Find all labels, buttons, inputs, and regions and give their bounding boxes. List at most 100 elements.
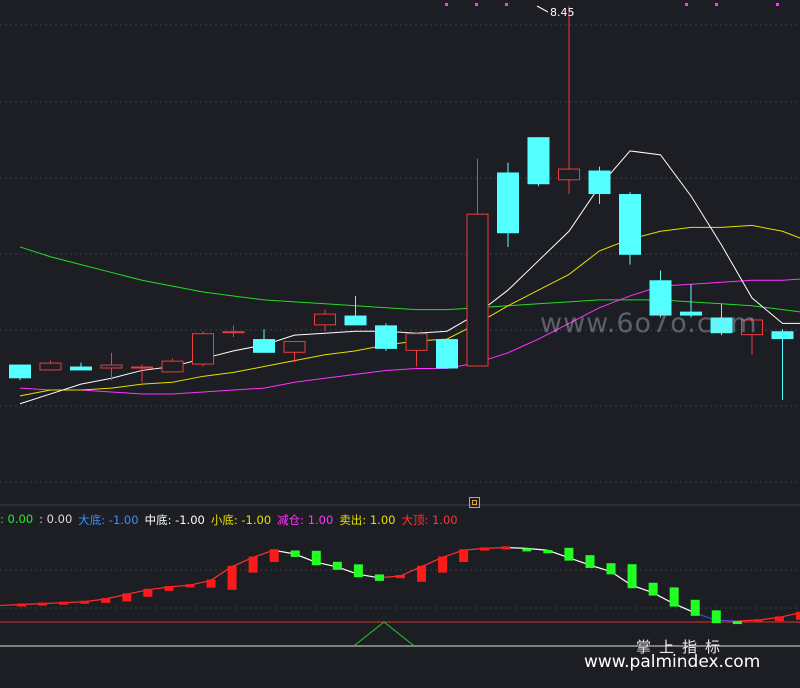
candle-body	[405, 333, 428, 351]
candle-body	[9, 364, 31, 379]
signal-triangle	[354, 621, 414, 646]
top-markers	[445, 3, 779, 6]
candle-body	[466, 213, 489, 367]
indicator-bar	[59, 601, 69, 605]
indicator-bar	[459, 549, 469, 563]
panel-restore-button[interactable]	[469, 497, 480, 508]
indicator-bar	[122, 593, 132, 602]
indicator-bar	[206, 579, 216, 588]
indicator-bar	[353, 564, 363, 578]
legend-item-maichu: 卖出: 1.00	[339, 513, 396, 527]
candlesticks	[9, 5, 794, 400]
candle	[771, 329, 794, 400]
indicator-bar	[438, 556, 448, 573]
indicator-bar	[564, 547, 574, 561]
indicator-bar	[627, 564, 637, 589]
watermark-6o7o: www.6o7o.com	[540, 308, 758, 339]
indicator-bar	[290, 550, 300, 557]
indicator-bar	[311, 550, 321, 566]
candle	[314, 309, 336, 332]
candle	[466, 158, 489, 367]
legend-item-xiaodi: 小底: -1.00	[210, 513, 272, 527]
indicator-panel	[0, 546, 800, 647]
indicator-legend: : 0.00 : 0.00 大底: -1.00 中底: -1.00 小底: -1…	[0, 512, 458, 528]
indicator-bar	[669, 587, 679, 607]
candle	[70, 362, 92, 371]
indicator-bar	[417, 565, 427, 582]
indicator-bar	[732, 621, 742, 625]
indicator-bar	[101, 598, 111, 603]
top-marker	[445, 3, 448, 6]
candle-body	[436, 339, 458, 369]
top-marker	[505, 3, 508, 6]
candle	[192, 331, 214, 367]
indicator-bar	[374, 574, 384, 581]
candle-body	[131, 366, 153, 369]
indicator-bar	[80, 600, 90, 604]
candle-body	[344, 315, 367, 326]
candle	[558, 5, 580, 195]
candle-body	[588, 170, 611, 195]
legend-item-1: : 0.00	[39, 512, 73, 526]
candle	[619, 192, 641, 265]
candle-body	[771, 331, 794, 340]
candle-body	[222, 331, 245, 334]
candle-body	[619, 194, 641, 255]
legend-item-dadi: 大底: -1.00	[78, 513, 139, 527]
candle	[405, 333, 428, 367]
candle	[527, 137, 550, 187]
indicator-bar	[164, 586, 174, 591]
watermark-palmindex: www.palmindex.com	[584, 652, 761, 672]
moving-average-lines	[19, 150, 800, 405]
legend-item-0: : 0.00	[0, 512, 34, 526]
legend-item-jiancang: 减仓: 1.00	[277, 513, 334, 527]
indicator-bar	[17, 603, 27, 607]
candle	[497, 162, 519, 247]
indicator-bar	[332, 561, 342, 570]
indicator-bar	[480, 547, 490, 551]
indicator-bar	[248, 556, 258, 573]
candle	[375, 323, 397, 351]
indicator-bar	[690, 599, 700, 616]
legend-item-dading: 大顶: 1.00	[401, 513, 458, 527]
candle-body	[70, 366, 92, 371]
top-marker	[475, 3, 478, 6]
candle-body	[497, 172, 519, 234]
indicator-bar	[501, 546, 511, 550]
indicator-bar	[522, 548, 532, 552]
candle	[344, 295, 367, 326]
ma60-line	[19, 246, 800, 313]
candle-body	[375, 325, 397, 349]
candle	[131, 364, 153, 383]
top-marker	[776, 3, 779, 6]
indicator-bar	[606, 563, 616, 575]
indicator-bar	[796, 611, 800, 620]
candle-body	[314, 313, 336, 326]
candle	[9, 364, 31, 381]
legend-item-zhongdi: 中底: -1.00	[144, 513, 205, 527]
candle	[222, 325, 245, 338]
indicator-bar	[711, 610, 721, 624]
peak-label-leader	[536, 5, 549, 13]
ma5-line	[19, 150, 800, 405]
chart-canvas: 8.45	[0, 3, 800, 647]
top-marker	[685, 3, 688, 6]
candle-body	[253, 339, 275, 353]
top-marker	[715, 3, 718, 6]
indicator-bar	[396, 575, 405, 579]
indicator-bar	[543, 550, 553, 554]
indicator-bar	[38, 602, 48, 606]
indicator-bar	[185, 584, 195, 588]
indicator-bar	[774, 616, 784, 622]
candle-body	[527, 137, 550, 185]
candle-body	[161, 360, 184, 373]
indicator-bar	[648, 582, 658, 596]
candle-body	[100, 364, 123, 369]
indicator-bar	[753, 619, 763, 623]
candle	[161, 358, 184, 373]
peak-price-label: 8.45	[550, 6, 575, 19]
candle	[253, 329, 275, 353]
indicator-bar	[227, 565, 237, 590]
candle	[436, 339, 458, 369]
candle-body	[558, 168, 580, 181]
